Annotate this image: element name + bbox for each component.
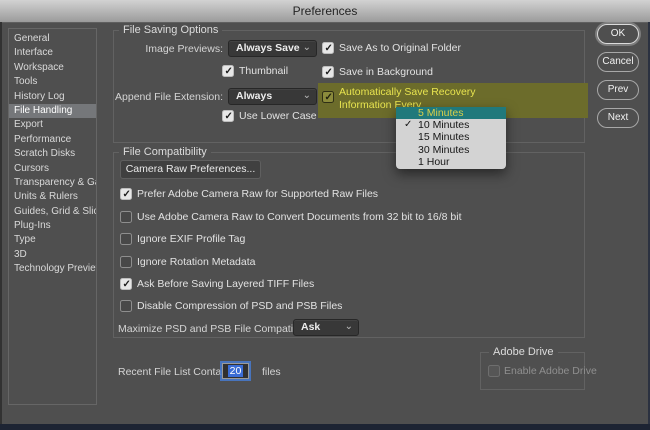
chevron-down-icon: ⌄: [345, 319, 353, 334]
recovery-interval-menu: 5 Minutes 10 Minutes 15 Minutes 30 Minut…: [396, 107, 506, 169]
enable-adobe-drive-checkbox: [488, 365, 500, 377]
use-camera-raw-convert-checkbox[interactable]: [120, 211, 132, 223]
append-file-extension-value: Always: [236, 90, 272, 102]
sidebar-item-transparency-gamut[interactable]: Transparency & Gamut: [9, 176, 96, 190]
sidebar-item-workspace[interactable]: Workspace: [9, 61, 96, 75]
save-as-original-folder-label: Save As to Original Folder: [339, 42, 461, 55]
preferences-category-list: General Interface Workspace Tools Histor…: [8, 28, 97, 405]
recent-file-count-value: 20: [228, 365, 244, 377]
recent-file-list-suffix: files: [262, 365, 281, 379]
menu-item-10-minutes[interactable]: 10 Minutes: [396, 119, 506, 131]
save-as-original-folder-checkbox[interactable]: [322, 42, 334, 54]
adobe-drive-title: Adobe Drive: [489, 346, 558, 358]
ignore-rotation-metadata-checkbox[interactable]: [120, 256, 132, 268]
sidebar-item-type[interactable]: Type: [9, 233, 96, 247]
prefer-adobe-camera-raw-checkbox[interactable]: [120, 188, 132, 200]
ignore-rotation-metadata-label: Ignore Rotation Metadata: [137, 256, 256, 269]
menu-item-15-minutes[interactable]: 15 Minutes: [396, 131, 506, 143]
sidebar-item-guides-grid-slices[interactable]: Guides, Grid & Slices: [9, 205, 96, 219]
preferences-dialog: Preferences General Interface Workspace …: [0, 0, 650, 430]
append-file-extension-label: Append File Extension:: [113, 90, 223, 104]
sidebar-item-history-log[interactable]: History Log: [9, 90, 96, 104]
cancel-button[interactable]: Cancel: [597, 52, 639, 72]
window-bottom-edge: [0, 424, 650, 430]
menu-item-5-minutes[interactable]: 5 Minutes: [396, 107, 506, 119]
sidebar-item-cursors[interactable]: Cursors: [9, 162, 96, 176]
window-title: Preferences: [293, 4, 358, 18]
recent-file-list-label: Recent File List Contains:: [118, 365, 238, 379]
camera-raw-preferences-button[interactable]: Camera Raw Preferences...: [120, 160, 261, 179]
append-file-extension-select[interactable]: Always ⌄: [228, 88, 317, 105]
maximize-compatibility-value: Ask: [301, 321, 320, 333]
image-previews-value: Always Save: [236, 42, 300, 54]
disable-compression-psd-checkbox[interactable]: [120, 300, 132, 312]
thumbnail-checkbox[interactable]: [222, 65, 234, 77]
auto-save-recovery-label-line1: Automatically Save Recovery: [339, 86, 476, 98]
image-previews-label: Image Previews:: [113, 42, 223, 56]
window-left-edge: [0, 22, 2, 424]
menu-item-1-hour[interactable]: 1 Hour: [396, 156, 506, 168]
ask-before-saving-tiff-checkbox[interactable]: [120, 278, 132, 290]
ignore-exif-profile-checkbox[interactable]: [120, 233, 132, 245]
file-saving-options-title: File Saving Options: [119, 24, 222, 36]
ignore-exif-profile-label: Ignore EXIF Profile Tag: [137, 233, 245, 246]
chevron-down-icon: ⌄: [303, 40, 311, 55]
sidebar-item-plug-ins[interactable]: Plug-Ins: [9, 219, 96, 233]
next-button[interactable]: Next: [597, 108, 639, 128]
use-camera-raw-convert-label: Use Adobe Camera Raw to Convert Document…: [137, 211, 462, 224]
sidebar-item-scratch-disks[interactable]: Scratch Disks: [9, 147, 96, 161]
ask-before-saving-tiff-label: Ask Before Saving Layered TIFF Files: [137, 278, 314, 291]
thumbnail-label: Thumbnail: [239, 65, 288, 78]
chevron-down-icon: ⌄: [303, 88, 311, 103]
window-titlebar: Preferences: [0, 0, 650, 23]
sidebar-item-units-rulers[interactable]: Units & Rulers: [9, 190, 96, 204]
save-in-background-label: Save in Background: [339, 66, 433, 79]
ok-button[interactable]: OK: [597, 24, 639, 44]
prev-button[interactable]: Prev: [597, 80, 639, 100]
sidebar-item-export[interactable]: Export: [9, 118, 96, 132]
sidebar-item-3d[interactable]: 3D: [9, 248, 96, 262]
maximize-compatibility-label: Maximize PSD and PSB File Compatibility:: [118, 322, 317, 336]
sidebar-item-file-handling[interactable]: File Handling: [9, 104, 96, 118]
sidebar-item-performance[interactable]: Performance: [9, 133, 96, 147]
prefer-adobe-camera-raw-label: Prefer Adobe Camera Raw for Supported Ra…: [137, 188, 378, 201]
use-lower-case-label: Use Lower Case: [239, 110, 317, 123]
recent-file-count-input[interactable]: 20: [222, 363, 249, 379]
sidebar-item-interface[interactable]: Interface: [9, 46, 96, 60]
sidebar-item-tools[interactable]: Tools: [9, 75, 96, 89]
auto-save-recovery-checkbox[interactable]: [322, 91, 334, 103]
image-previews-select[interactable]: Always Save ⌄: [228, 40, 317, 57]
menu-item-30-minutes[interactable]: 30 Minutes: [396, 144, 506, 156]
enable-adobe-drive-label: Enable Adobe Drive: [504, 365, 597, 378]
file-compatibility-title: File Compatibility: [119, 146, 211, 158]
disable-compression-psd-label: Disable Compression of PSD and PSB Files: [137, 300, 342, 313]
use-lower-case-checkbox[interactable]: [222, 110, 234, 122]
sidebar-item-technology-previews[interactable]: Technology Previews: [9, 262, 96, 276]
sidebar-item-general[interactable]: General: [9, 32, 96, 46]
maximize-compatibility-select[interactable]: Ask ⌄: [293, 319, 359, 336]
save-in-background-checkbox[interactable]: [322, 66, 334, 78]
